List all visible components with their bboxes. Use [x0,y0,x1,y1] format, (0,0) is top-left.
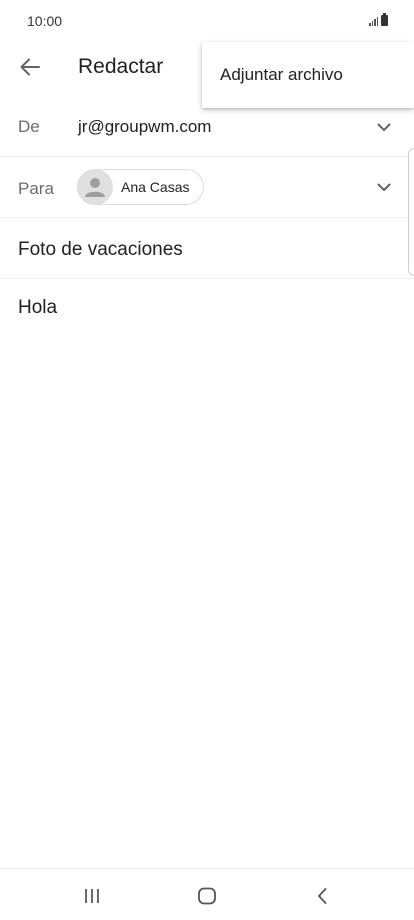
status-icons [369,13,388,26]
chevron-down-icon[interactable] [376,179,392,195]
home-button[interactable] [187,881,227,911]
to-label: Para [18,179,54,198]
page-title: Redactar [78,55,164,78]
back-button[interactable] [14,52,46,82]
recipient-name: Ana Casas [121,179,190,195]
signal-icon [369,16,378,26]
recents-button[interactable] [72,881,112,911]
menu-item-attach-file[interactable]: Adjuntar archivo [220,65,343,85]
scroll-handle[interactable] [408,148,414,276]
arrow-back-icon [20,58,40,76]
subject-row[interactable]: Foto de vacaciones [0,218,414,279]
recipient-chip[interactable]: Ana Casas [77,169,204,205]
recents-icon [85,889,99,903]
person-icon [85,178,105,197]
chevron-down-icon[interactable] [376,119,392,135]
from-label: De [18,117,40,136]
body-field[interactable]: Hola [18,297,57,319]
nav-back-button[interactable] [302,881,342,911]
home-icon [198,887,216,905]
to-row[interactable]: Para Ana Casas [0,157,414,218]
status-bar: 10:00 [0,0,414,42]
from-value: jr@groupwm.com [78,117,212,136]
navigation-bar [0,868,414,920]
subject-field[interactable]: Foto de vacaciones [18,239,183,261]
overflow-menu: Adjuntar archivo [202,42,414,108]
avatar [77,169,113,205]
battery-icon [381,13,388,26]
nav-back-icon [318,888,327,904]
status-time: 10:00 [27,13,63,29]
